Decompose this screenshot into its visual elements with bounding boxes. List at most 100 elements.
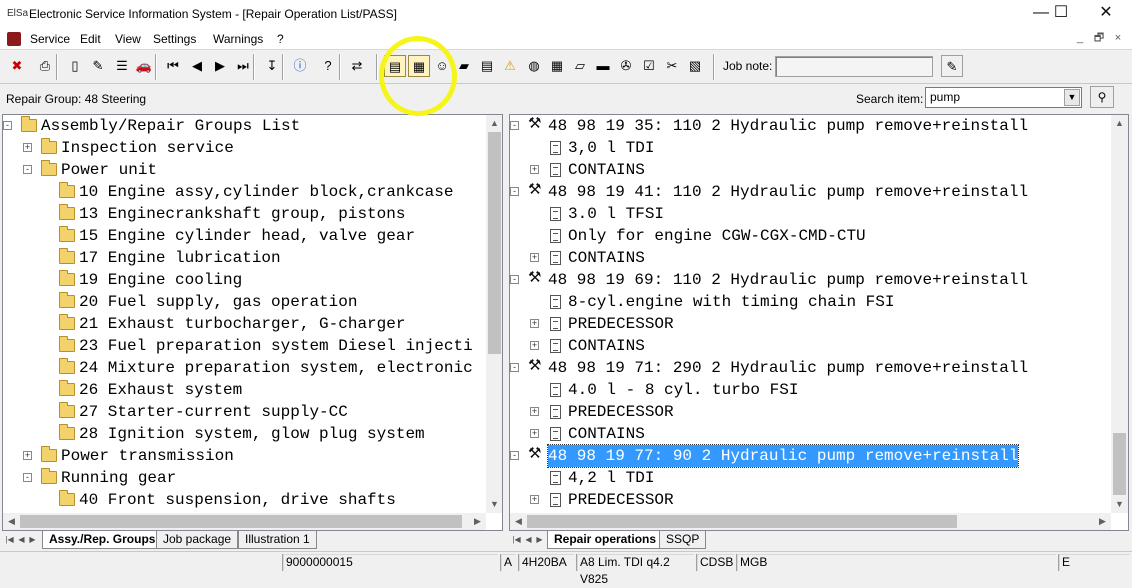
tab-prev-icon[interactable]: ◀	[16, 533, 27, 546]
tree-node[interactable]: + Power transmission	[3, 445, 486, 467]
repair-operation-row[interactable]: 4.0 l - 8 cyl. turbo FSI	[510, 379, 1111, 401]
tree-node[interactable]: 10 Engine assy,cylinder block,crankcase	[3, 181, 486, 203]
repair-operation-row[interactable]: - ⚒ 48 98 19 35: 110 2 Hydraulic pump remo…	[510, 115, 1111, 137]
search-binoculars-icon[interactable]: ⚲	[1090, 86, 1114, 108]
tree-node[interactable]: 20 Fuel supply, gas operation	[3, 291, 486, 313]
collapse-icon[interactable]: -	[23, 473, 32, 482]
collapse-icon[interactable]: -	[510, 121, 519, 130]
scroll-thumb[interactable]	[527, 515, 957, 528]
scroll-down-icon[interactable]: ▼	[1111, 496, 1128, 513]
expand-icon[interactable]: +	[530, 495, 539, 504]
close-button[interactable]: ✕	[1083, 0, 1129, 28]
scroll-right-icon[interactable]: ▶	[1094, 513, 1111, 530]
tab-ssqp[interactable]: SSQP	[659, 531, 707, 549]
tab-job-package[interactable]: Job package	[156, 531, 239, 549]
right-horizontal-scrollbar[interactable]: ◀ ▶	[510, 513, 1111, 530]
vehicle-icon[interactable]: 🚗	[133, 55, 155, 77]
scroll-left-icon[interactable]: ◀	[510, 513, 527, 530]
left-horizontal-scrollbar[interactable]: ◀ ▶	[3, 513, 486, 530]
document-menu-icon[interactable]	[7, 32, 21, 46]
tree-node[interactable]: 27 Starter-current supply-CC	[3, 401, 486, 423]
repair-operation-row[interactable]: 8-cyl.engine with timing chain FSI	[510, 291, 1111, 313]
repair-operation-row[interactable]: - ⚒ 48 98 19 71: 290 2 Hydraulic pump remo…	[510, 357, 1111, 379]
scroll-left-icon[interactable]: ◀	[3, 513, 20, 530]
first-icon[interactable]: ⏮	[162, 55, 184, 77]
car-icon[interactable]: ▬	[592, 55, 614, 77]
tree-node[interactable]: 40 Front suspension, drive shafts	[3, 489, 486, 511]
mdi-restore-button[interactable]: 🗗	[1092, 31, 1106, 45]
checklist-icon[interactable]: ☑	[638, 55, 660, 77]
repair-operation-row[interactable]: + CONTAINS	[510, 247, 1111, 269]
collapse-icon[interactable]: -	[510, 363, 519, 372]
menu-edit[interactable]: Edit	[80, 31, 101, 47]
exit-icon[interactable]: ✖	[6, 55, 28, 77]
job-note-edit-icon[interactable]: ✎	[941, 55, 963, 77]
calculator-icon[interactable]: ▦	[546, 55, 568, 77]
repair-operation-row[interactable]: + PREDECESSOR	[510, 401, 1111, 423]
repair-operation-row[interactable]: + CONTAINS	[510, 159, 1111, 181]
search-dropdown-icon[interactable]: ▼	[1064, 89, 1080, 106]
tree-node[interactable]: - Running gear	[3, 467, 486, 489]
manual-icon[interactable]: ▤	[476, 55, 498, 77]
new-page-icon[interactable]: ▯	[64, 55, 86, 77]
warning-icon[interactable]: ⚠	[499, 55, 521, 77]
collapse-icon[interactable]: -	[510, 275, 519, 284]
repair-operation-row[interactable]: 4,2 l TDI	[510, 467, 1111, 489]
scroll-thumb[interactable]	[488, 132, 501, 354]
collapse-icon[interactable]: -	[3, 121, 12, 130]
repair-operation-row[interactable]: + PREDECESSOR	[510, 313, 1111, 335]
repair-operation-row[interactable]: 3.0 l TFSI	[510, 203, 1111, 225]
right-vertical-scrollbar[interactable]: ▲ ▼	[1111, 115, 1128, 513]
globe-icon[interactable]: ◍	[523, 55, 545, 77]
collapse-icon[interactable]: -	[23, 165, 32, 174]
tab-first-icon[interactable]: |◀	[511, 533, 522, 546]
expand-icon[interactable]: +	[530, 253, 539, 262]
menu-settings[interactable]: Settings	[153, 31, 196, 47]
parts-icon[interactable]: ▱	[569, 55, 591, 77]
scroll-up-icon[interactable]: ▲	[1111, 115, 1128, 132]
exchange-icon[interactable]: ⇄	[346, 55, 368, 77]
repair-operation-row[interactable]: 3,0 l TDI	[510, 137, 1111, 159]
repair-operation-row[interactable]: - ⚒ 48 98 19 69: 110 2 Hydraulic pump remo…	[510, 269, 1111, 291]
tab-next-icon[interactable]: ▶	[27, 533, 38, 546]
help-icon[interactable]: ?	[317, 55, 339, 77]
repair-operation-row[interactable]: + PREDECESSOR	[510, 489, 1111, 511]
expand-icon[interactable]: +	[530, 165, 539, 174]
mdi-minimize-button[interactable]: _	[1073, 31, 1087, 45]
menu-view[interactable]: View	[115, 31, 141, 47]
tree-node[interactable]: 21 Exhaust turbocharger, G-charger	[3, 313, 486, 335]
repair-operation-row[interactable]: Only for engine CGW-CGX-CMD-CTU	[510, 225, 1111, 247]
repair-operation-row[interactable]: - ⚒ 48 98 19 41: 110 2 Hydraulic pump remo…	[510, 181, 1111, 203]
left-vertical-scrollbar[interactable]: ▲ ▼	[486, 115, 502, 513]
expand-icon[interactable]: +	[23, 451, 32, 460]
tab-repair-operations[interactable]: Repair operations	[547, 531, 664, 549]
clipboard-icon[interactable]: ▧	[684, 55, 706, 77]
repair-operation-row[interactable]: - ⚒ 48 98 19 77: 90 2 Hydraulic pump remov…	[510, 444, 1111, 468]
tree-node[interactable]: 24 Mixture preparation system, electroni…	[3, 357, 486, 379]
tab-prev-icon[interactable]: ◀	[523, 533, 534, 546]
scroll-thumb[interactable]	[20, 515, 462, 528]
expand-icon[interactable]: +	[530, 319, 539, 328]
tree-node[interactable]: - Assembly/Repair Groups List	[3, 115, 486, 137]
maximize-button[interactable]: ☐	[1038, 0, 1084, 28]
last-icon[interactable]: ⏭	[232, 55, 254, 77]
service-car-icon[interactable]: ✇	[615, 55, 637, 77]
menu-help[interactable]: ?	[277, 31, 284, 47]
tree-node[interactable]: - Power unit	[3, 159, 486, 181]
expand-icon[interactable]: +	[23, 143, 32, 152]
expand-icon[interactable]: +	[530, 407, 539, 416]
notes-icon[interactable]: ☰	[111, 55, 133, 77]
search-input[interactable]: pump	[925, 87, 1082, 108]
tree-node[interactable]: 28 Ignition system, glow plug system	[3, 423, 486, 445]
mdi-close-button[interactable]: ×	[1111, 31, 1125, 45]
expand-icon[interactable]: +	[530, 341, 539, 350]
tab-next-icon[interactable]: ▶	[534, 533, 545, 546]
info-icon[interactable]: ⓘ	[289, 55, 311, 77]
tree-node[interactable]: 19 Engine cooling	[3, 269, 486, 291]
collapse-icon[interactable]: -	[510, 451, 519, 460]
next-icon[interactable]: ▶	[209, 55, 231, 77]
tab-illustration-1[interactable]: Illustration 1	[238, 531, 317, 549]
tab-first-icon[interactable]: |◀	[4, 533, 15, 546]
tree-node[interactable]: 15 Engine cylinder head, valve gear	[3, 225, 486, 247]
expand-icon[interactable]: +	[530, 429, 539, 438]
